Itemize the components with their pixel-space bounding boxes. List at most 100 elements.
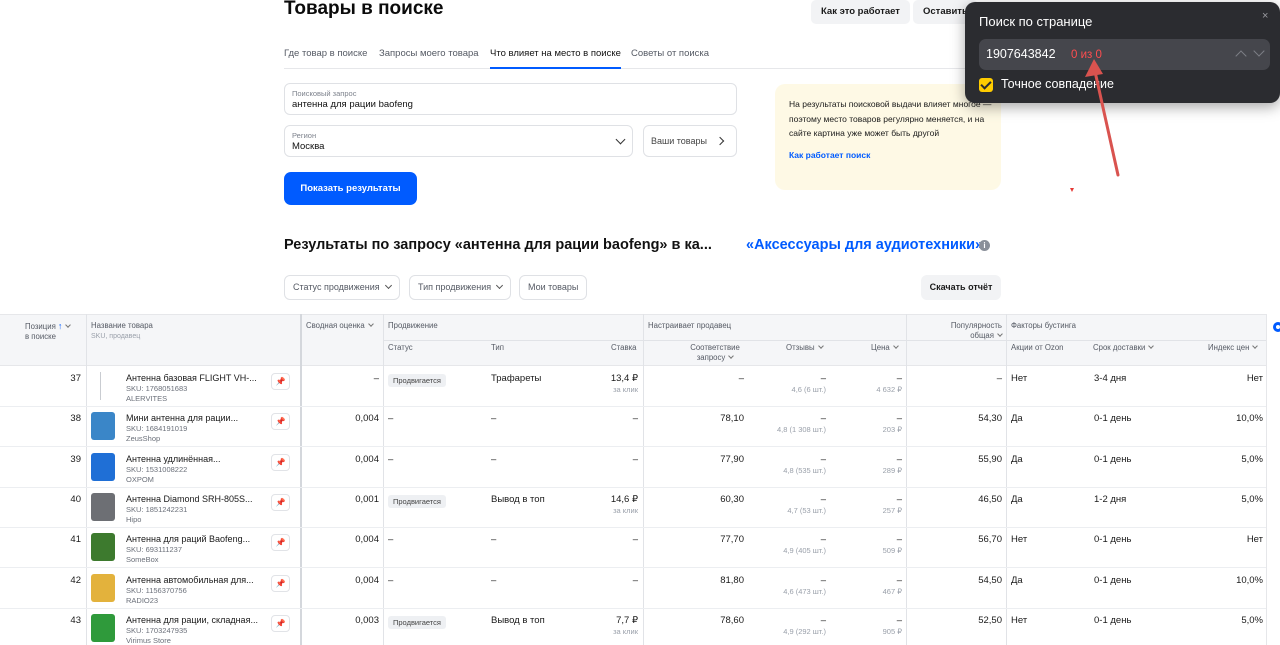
delivery-cell: 0-1 день — [1094, 614, 1132, 626]
chevron-down-icon[interactable] — [1253, 45, 1265, 57]
col-delivery[interactable]: Срок доставки — [1093, 343, 1155, 353]
region-label: Регион — [292, 131, 317, 140]
table-row[interactable]: 42 Антенна автомобильная для... SKU: 11563… — [0, 569, 1266, 609]
tab-where-in-search[interactable]: Где товар в поиске — [284, 48, 367, 59]
product-name[interactable]: Антенна удлинённая... — [126, 454, 220, 464]
table-row[interactable]: 38 Мини антенна для рации... SKU: 16841910… — [0, 407, 1266, 448]
product-thumbnail — [91, 492, 115, 521]
product-sku: SKU: 693111237 — [126, 545, 183, 555]
how-search-works-link[interactable]: Как работает поиск — [789, 150, 987, 160]
how-it-works-button[interactable]: Как это работает — [811, 0, 910, 24]
exact-match-checkbox[interactable] — [979, 78, 993, 92]
ozon-promo-cell: Да — [1011, 453, 1023, 465]
chevron-down-icon — [615, 134, 626, 145]
bid-cell: 13,4 ₽ — [610, 373, 638, 384]
col-type: Тип — [491, 343, 504, 352]
col-position[interactable]: Позиция ↑ — [25, 321, 72, 332]
product-name[interactable]: Антенна Diamond SRH-805S... — [126, 494, 252, 504]
reviews-sub: 4,8 (1 308 шт.) — [776, 425, 826, 435]
pin-icon[interactable]: 📌 — [271, 413, 290, 431]
pin-icon[interactable]: 📌 — [271, 373, 290, 390]
bid-sub: за клик — [613, 385, 638, 394]
col-relevance[interactable]: Соответствие запросу — [680, 343, 750, 363]
product-seller: ALERVITES — [126, 394, 168, 403]
chevron-down-icon — [367, 321, 374, 327]
product-name[interactable]: Антенна для рации, складная... — [126, 615, 258, 625]
chevron-down-icon — [1148, 343, 1155, 349]
col-name: Название товара — [91, 321, 153, 330]
table-row[interactable]: 41 Антенна для раций Baofeng... SKU: 69311… — [0, 528, 1266, 569]
product-sku: SKU: 1768051683 — [126, 384, 188, 393]
reviews-sub: 4,6 (6 шт.) — [791, 385, 826, 394]
table-scroll-edge — [1266, 314, 1280, 645]
bid-cell: – — [632, 453, 638, 465]
position-cell: 38 — [70, 413, 81, 425]
download-report-button[interactable]: Скачать отчёт — [921, 275, 1001, 300]
product-name[interactable]: Антенна для раций Baofeng... — [126, 534, 250, 544]
price-cell: – — [896, 614, 902, 626]
your-products-label: Ваши товары — [651, 136, 707, 146]
promo-type: Вывод в топ — [491, 493, 545, 505]
table-row[interactable]: 40 Антенна Diamond SRH-805S... SKU: 185124… — [0, 488, 1266, 528]
promo-status: – — [388, 574, 394, 586]
col-ozon-promo: Акции от Ozon — [1011, 343, 1064, 352]
product-seller: OXPOM — [126, 474, 154, 484]
gear-icon[interactable] — [1273, 322, 1280, 332]
chevron-down-icon — [65, 322, 72, 328]
product-name[interactable]: Мини антенна для рации... — [126, 413, 238, 423]
tab-what-affects-place[interactable]: Что влияет на место в поиске — [490, 48, 621, 69]
promo-type: – — [491, 534, 497, 546]
close-icon[interactable]: × — [1262, 10, 1268, 22]
promo-status-filter[interactable]: Статус продвижения — [284, 275, 400, 300]
find-title: Поиск по странице — [979, 14, 1093, 29]
relevance-cell: 78,10 — [720, 413, 744, 425]
table-row[interactable]: 43 Антенна для рации, складная... SKU: 170… — [0, 609, 1266, 645]
pin-icon[interactable]: 📌 — [271, 453, 290, 471]
category-link[interactable]: «Аксессуары для аудиотехники» — [746, 237, 983, 253]
popularity-cell: 54,30 — [978, 413, 1002, 425]
col-delivery-label: Срок доставки — [1093, 343, 1146, 352]
col-price-label: Цена — [871, 343, 890, 352]
col-promotion: Продвижение — [388, 321, 438, 330]
chevron-up-icon[interactable] — [1235, 50, 1247, 62]
price-cell: – — [896, 574, 902, 586]
pin-icon[interactable]: 📌 — [271, 534, 290, 552]
table-row[interactable]: 37 Антенна базовая FLIGHT VH-... SKU: 1768… — [0, 367, 1266, 407]
product-sku: SKU: 1531008222 — [126, 464, 188, 474]
relevance-cell: 77,70 — [720, 534, 744, 546]
col-name-sub: SKU, продавец — [91, 333, 141, 340]
product-name[interactable]: Антенна автомобильная для... — [126, 575, 254, 585]
pin-icon[interactable]: 📌 — [271, 574, 290, 592]
delivery-cell: 0-1 день — [1094, 453, 1132, 465]
your-products-button[interactable]: Ваши товары — [643, 125, 737, 157]
region-select[interactable]: Регион Москва — [284, 125, 633, 157]
col-popularity[interactable]: Популярность общая — [930, 321, 1003, 341]
col-price[interactable]: Цена — [871, 343, 899, 353]
search-query-field[interactable]: Поисковый запрос антенна для рации baofe… — [284, 83, 737, 115]
table-row[interactable]: 39 Антенна удлинённая... SKU: 1531008222 OX… — [0, 448, 1266, 488]
tab-search-tips[interactable]: Советы от поиска — [631, 48, 709, 59]
score-cell: 0,004 — [355, 534, 379, 546]
pin-icon[interactable]: 📌 — [271, 614, 290, 632]
col-price-index[interactable]: Индекс цен — [1208, 343, 1259, 353]
price-index-cell: 5,0% — [1241, 453, 1263, 465]
price-index-cell: 10,0% — [1236, 574, 1263, 586]
col-score[interactable]: Сводная оценка — [306, 321, 374, 331]
info-icon[interactable]: i — [979, 240, 990, 251]
price-index-cell: Нет — [1246, 534, 1263, 546]
product-name[interactable]: Антенна базовая FLIGHT VH-... — [126, 373, 257, 383]
tab-bar: Где товар в поиске Запросы моего товара … — [284, 48, 1004, 69]
pin-icon[interactable]: 📌 — [271, 493, 290, 511]
annotation-arrow — [1085, 59, 1120, 177]
price-sub: 289 ₽ — [882, 465, 902, 475]
col-reviews[interactable]: Отзывы — [786, 343, 824, 353]
promo-type-filter[interactable]: Тип продвижения — [409, 275, 512, 300]
reviews-sub: 4,9 (292 шт.) — [783, 626, 826, 636]
promo-type: – — [491, 453, 497, 465]
promo-status: – — [388, 453, 394, 465]
tab-my-queries[interactable]: Запросы моего товара — [379, 48, 479, 59]
reviews-cell: – — [820, 534, 826, 546]
show-results-button[interactable]: Показать результаты — [284, 172, 417, 205]
my-products-filter[interactable]: Мои товары — [519, 275, 588, 300]
position-cell: 37 — [70, 373, 81, 384]
